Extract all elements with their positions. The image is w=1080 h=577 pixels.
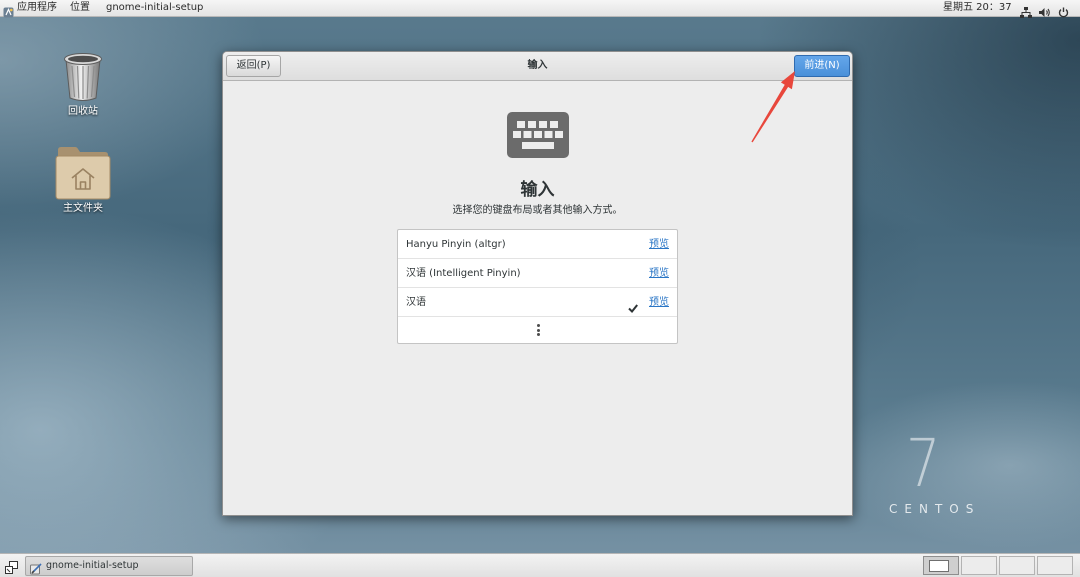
- centos-brand-text: CENTOS: [889, 502, 981, 516]
- checkmark-icon: [628, 298, 638, 313]
- active-app-menu[interactable]: gnome-initial-setup: [106, 0, 203, 16]
- input-source-name: Hanyu Pinyin (altgr): [406, 239, 506, 250]
- workspace-1[interactable]: [923, 556, 959, 575]
- power-icon[interactable]: [1058, 3, 1069, 22]
- workspace-window-thumbnail: [929, 560, 949, 572]
- network-icon[interactable]: [1020, 3, 1032, 22]
- input-source-row[interactable]: Hanyu Pinyin (altgr) 预览: [398, 230, 677, 259]
- app-icon: [30, 560, 42, 577]
- applications-icon[interactable]: [3, 3, 14, 22]
- top-bar: 应用程序 位置 gnome-initial-setup 星期五 20：37: [0, 0, 1080, 18]
- applications-menu[interactable]: 应用程序: [17, 0, 57, 16]
- home-folder-icon[interactable]: [55, 146, 111, 204]
- home-folder-label: 主文件夹: [63, 203, 103, 214]
- trash-label: 回收站: [68, 106, 98, 117]
- page-heading: 输入: [520, 180, 555, 200]
- show-desktop-icon[interactable]: [5, 559, 18, 577]
- input-source-row[interactable]: 汉语 预览: [398, 288, 677, 317]
- input-source-name: 汉语: [406, 297, 426, 308]
- more-icon: [537, 324, 540, 336]
- centos-version-numeral: 7: [906, 425, 941, 502]
- taskbar: gnome-initial-setup: [0, 553, 1080, 577]
- workspace-2[interactable]: [961, 556, 997, 575]
- keyboard-icon: [507, 112, 569, 162]
- workspace-4[interactable]: [1037, 556, 1073, 575]
- input-source-name: 汉语 (Intelligent Pinyin): [406, 268, 521, 279]
- taskbar-window-button[interactable]: gnome-initial-setup: [25, 556, 193, 576]
- input-source-list: Hanyu Pinyin (altgr) 预览 汉语 (Intelligent …: [397, 229, 678, 344]
- input-source-row[interactable]: 汉语 (Intelligent Pinyin) 预览: [398, 259, 677, 288]
- page-subtitle: 选择您的键盘布局或者其他输入方式。: [452, 205, 623, 216]
- preview-link[interactable]: 预览: [649, 288, 669, 317]
- clock[interactable]: 星期五 20：37: [943, 0, 1012, 16]
- volume-icon[interactable]: [1039, 3, 1051, 22]
- places-menu[interactable]: 位置: [70, 0, 90, 16]
- preview-link[interactable]: 预览: [649, 259, 669, 288]
- workspace-3[interactable]: [999, 556, 1035, 575]
- trash-icon[interactable]: [62, 51, 104, 107]
- preview-link[interactable]: 预览: [649, 230, 669, 259]
- annotation-arrow: [751, 71, 795, 143]
- taskbar-window-label: gnome-initial-setup: [46, 560, 139, 571]
- more-input-sources-button[interactable]: [398, 317, 677, 342]
